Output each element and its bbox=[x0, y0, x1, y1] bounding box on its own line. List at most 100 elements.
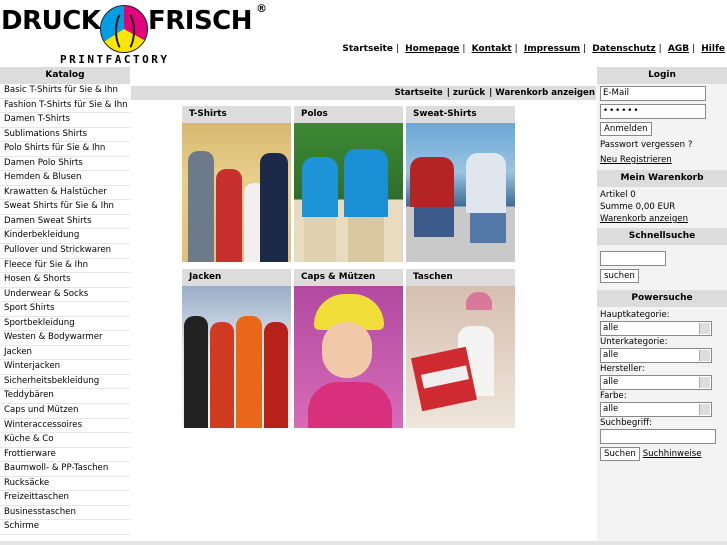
catalog-item[interactable]: Damen T-Shirts bbox=[0, 113, 130, 128]
taschen-photo[interactable] bbox=[406, 286, 515, 428]
password-field[interactable]: •••••• bbox=[600, 104, 706, 119]
logo-ball-icon bbox=[100, 5, 148, 53]
caps-photo[interactable] bbox=[294, 286, 403, 428]
catalog-item[interactable]: Winterjacken bbox=[0, 360, 130, 375]
top-navigation: Startseite | Homepage | Kontakt | Impressum… bbox=[342, 44, 725, 54]
main-category-label: Hauptkategorie: bbox=[600, 310, 670, 320]
catalog-item[interactable]: Fashion T-Shirts für Sie & Ihn bbox=[0, 99, 130, 114]
forgot-password-link[interactable]: Passwort vergessen ? bbox=[600, 139, 724, 151]
catalog-item[interactable]: Basic T-Shirts für Sie & Ihn bbox=[0, 84, 130, 99]
catalog-item[interactable]: Sport Shirts bbox=[0, 302, 130, 317]
catalog-item[interactable]: Caps und Mützen bbox=[0, 404, 130, 419]
catalog-item[interactable]: Freizeittaschen bbox=[0, 491, 130, 506]
catalog-item[interactable]: Hemden & Blusen bbox=[0, 171, 130, 186]
right-sidebar: Login E-Mail •••••• Anmelden Passwort ve… bbox=[597, 67, 727, 545]
manufacturer-label: Hersteller: bbox=[600, 364, 645, 374]
catalog-item[interactable]: Schirme bbox=[0, 520, 130, 535]
catalog-item[interactable]: Küche & Co bbox=[0, 433, 130, 448]
breadcrumb-startseite[interactable]: Startseite bbox=[394, 88, 442, 98]
tile-taschen[interactable]: Taschen bbox=[406, 269, 515, 428]
color-label: Farbe: bbox=[600, 391, 627, 401]
sweatshirts-photo[interactable] bbox=[406, 123, 515, 262]
catalog-item[interactable]: Sublimations Shirts bbox=[0, 128, 130, 143]
register-link[interactable]: Neu Registrieren bbox=[600, 154, 724, 166]
sub-category-select[interactable]: alle bbox=[600, 348, 712, 363]
breadcrumb-back[interactable]: zurück bbox=[453, 88, 485, 98]
sub-category-label: Unterkategorie: bbox=[600, 337, 668, 347]
nav-impressum[interactable]: Impressum bbox=[524, 44, 580, 54]
color-select[interactable]: alle bbox=[600, 402, 712, 417]
catalog-item[interactable]: Baumwoll- & PP-Taschen bbox=[0, 462, 130, 477]
nav-startseite[interactable]: Startseite bbox=[342, 44, 393, 54]
tile-label: Polos bbox=[294, 106, 403, 123]
powersearch-button[interactable]: Suchen bbox=[600, 447, 640, 461]
powersearch-title: Powersuche bbox=[597, 290, 727, 307]
tile-label: T-Shirts bbox=[182, 106, 291, 123]
logo-tagline: PRINTFACTORY bbox=[60, 53, 170, 66]
logo-word-druck: DRUCK bbox=[1, 6, 101, 36]
catalog-item[interactable]: Fleece für Sie & Ihn bbox=[0, 259, 130, 274]
tshirts-photo[interactable] bbox=[182, 123, 291, 262]
tile-jacken[interactable]: Jacken bbox=[182, 269, 291, 428]
catalog-item[interactable]: Sicherheitsbekleidung bbox=[0, 375, 130, 390]
tile-tshirts[interactable]: T-Shirts bbox=[182, 106, 291, 262]
catalog-item[interactable]: Jacken bbox=[0, 346, 130, 361]
catalog-item[interactable]: Westen & Bodywarmer bbox=[0, 331, 130, 346]
search-hints-link[interactable]: Suchhinweise bbox=[643, 449, 702, 459]
tile-label: Sweat-Shirts bbox=[406, 106, 515, 123]
footer-bar bbox=[0, 541, 727, 545]
manufacturer-select[interactable]: alle bbox=[600, 375, 712, 390]
catalog-item[interactable]: Winteraccessoires bbox=[0, 419, 130, 434]
catalog-item[interactable]: Businesstaschen bbox=[0, 506, 130, 521]
tile-sweatshirts[interactable]: Sweat-Shirts bbox=[406, 106, 515, 262]
login-title: Login bbox=[597, 67, 727, 84]
catalog-list: Basic T-Shirts für Sie & Ihn Fashion T-Sh… bbox=[0, 84, 130, 535]
jacken-photo[interactable] bbox=[182, 286, 291, 428]
nav-agb[interactable]: AGB bbox=[668, 44, 689, 54]
login-button[interactable]: Anmelden bbox=[600, 122, 652, 136]
catalog-item[interactable]: Damen Sweat Shirts bbox=[0, 215, 130, 230]
quicksearch-title: Schnellsuche bbox=[597, 228, 727, 245]
chevron-down-icon bbox=[699, 404, 710, 415]
catalog-item[interactable]: Kinderbekleidung bbox=[0, 229, 130, 245]
nav-datenschutz[interactable]: Datenschutz bbox=[592, 44, 655, 54]
catalog-item[interactable]: Frottierware bbox=[0, 448, 130, 463]
catalog-item[interactable]: Rucksäcke bbox=[0, 477, 130, 492]
tile-label: Caps & Mützen bbox=[294, 269, 403, 286]
catalog-item[interactable]: Polo Shirts für Sie & Ihn bbox=[0, 142, 130, 157]
main-category-select[interactable]: alle bbox=[600, 321, 712, 336]
tile-caps[interactable]: Caps & Mützen bbox=[294, 269, 403, 428]
catalog-item[interactable]: Sweat Shirts für Sie & Ihn bbox=[0, 200, 130, 215]
cart-title: Mein Warenkorb bbox=[597, 170, 727, 187]
catalog-item[interactable]: Underwear & Socks bbox=[0, 288, 130, 303]
breadcrumb-cart[interactable]: Warenkorb anzeigen bbox=[495, 88, 595, 98]
catalog-item[interactable]: Pullover und Strickwaren bbox=[0, 244, 130, 259]
breadcrumb: Startseite | zurück | Warenkorb anzeigen bbox=[131, 86, 596, 100]
tile-label: Taschen bbox=[406, 269, 515, 286]
color-value: alle bbox=[603, 404, 619, 414]
email-field[interactable]: E-Mail bbox=[600, 86, 706, 101]
main-category-value: alle bbox=[603, 323, 619, 333]
nav-hilfe[interactable]: Hilfe bbox=[701, 44, 725, 54]
manufacturer-value: alle bbox=[603, 377, 619, 387]
polos-photo[interactable] bbox=[294, 123, 403, 262]
cart-sum: Summe 0,00 EUR bbox=[600, 202, 676, 212]
tile-polos[interactable]: Polos bbox=[294, 106, 403, 262]
catalog-item[interactable]: Hosen & Shorts bbox=[0, 273, 130, 288]
nav-homepage[interactable]: Homepage bbox=[405, 44, 459, 54]
sub-category-value: alle bbox=[603, 350, 619, 360]
catalog-sidebar: Katalog Basic T-Shirts für Sie & Ihn Fash… bbox=[0, 67, 130, 535]
cart-show-link[interactable]: Warenkorb anzeigen bbox=[600, 213, 724, 225]
catalog-item[interactable]: Teddybären bbox=[0, 389, 130, 405]
catalog-item[interactable]: Krawatten & Halstücher bbox=[0, 186, 130, 201]
catalog-item[interactable]: Sportbekleidung bbox=[0, 317, 130, 332]
search-term-label: Suchbegriff: bbox=[600, 418, 653, 428]
quicksearch-button[interactable]: suchen bbox=[600, 269, 639, 283]
chevron-down-icon bbox=[699, 377, 710, 388]
quicksearch-input[interactable] bbox=[600, 251, 666, 266]
tile-label: Jacken bbox=[182, 269, 291, 286]
catalog-item[interactable]: Damen Polo Shirts bbox=[0, 157, 130, 172]
nav-kontakt[interactable]: Kontakt bbox=[472, 44, 512, 54]
search-term-input[interactable] bbox=[600, 429, 716, 444]
logo[interactable]: DRUCK FRISCH ® PRINTFACTORY bbox=[0, 2, 270, 66]
